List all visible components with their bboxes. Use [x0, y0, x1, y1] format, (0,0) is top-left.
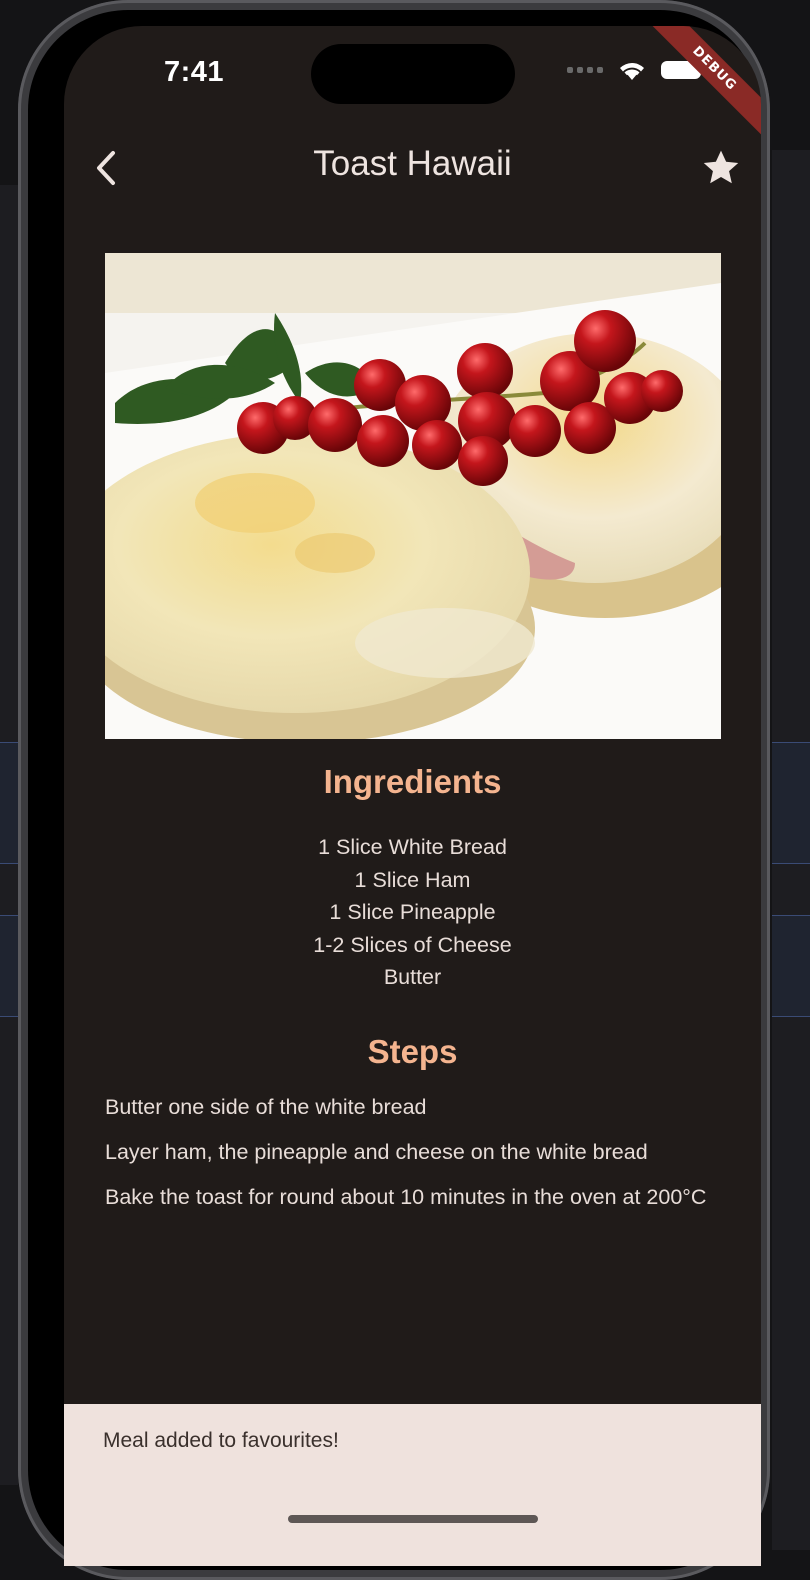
ingredient-item: 1 Slice Ham: [354, 867, 471, 892]
snackbar-message: Meal added to favourites!: [103, 1429, 339, 1452]
background-highlight-row-right: [772, 742, 810, 864]
debug-banner: DEBUG: [644, 26, 761, 139]
status-icons: [567, 59, 706, 81]
app-bar: Toast Hawaii: [64, 134, 761, 202]
home-indicator[interactable]: [288, 1515, 538, 1523]
ingredient-item: 1 Slice Pineapple: [329, 900, 496, 924]
step-item: Bake the toast for round about 10 minute…: [105, 1185, 707, 1209]
step-item: Butter one side of the white bread: [105, 1095, 427, 1119]
favorite-button[interactable]: [699, 146, 743, 190]
background-highlight-row-2: [0, 915, 18, 1017]
star-icon: [703, 150, 739, 184]
meal-image: [105, 253, 721, 739]
app-screen: 7:41 DEBUG Toast Hawaii Ingredients 1 Sl…: [64, 26, 761, 1566]
background-highlight-row-right-2: [772, 915, 810, 1017]
steps-list: Butter one side of the white bread Layer…: [105, 1091, 727, 1226]
steps-heading: Steps: [367, 1033, 458, 1070]
background-highlight-row: [0, 742, 18, 864]
ingredients-list: 1 Slice White Bread 1 Slice Ham 1 Slice …: [64, 831, 761, 994]
status-time: 7:41: [164, 56, 225, 88]
ingredient-item: 1-2 Slices of Cheese: [313, 932, 512, 957]
page-title: Toast Hawaii: [313, 144, 512, 183]
ingredients-heading: Ingredients: [323, 763, 502, 800]
dynamic-island: [311, 44, 515, 104]
wifi-icon: [620, 63, 644, 80]
phone-frame: 7:41 DEBUG Toast Hawaii Ingredients 1 Sl…: [18, 0, 770, 1580]
snackbar: Meal added to favourites!: [64, 1404, 761, 1566]
signal-icon: [567, 67, 603, 73]
ingredient-item: 1 Slice White Bread: [318, 835, 507, 859]
ingredient-item: Butter: [383, 965, 442, 989]
step-item: Layer ham, the pineapple and cheese on t…: [105, 1140, 648, 1164]
